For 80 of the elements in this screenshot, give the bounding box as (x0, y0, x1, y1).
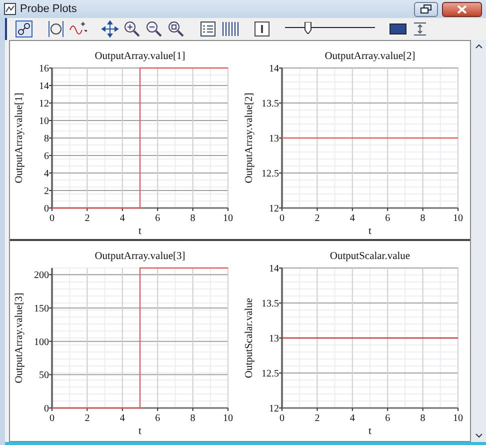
tick-label: 16 (39, 64, 49, 74)
tick-label: 150 (34, 304, 49, 314)
tick-label: 10 (223, 413, 233, 424)
axis-label: t (368, 226, 372, 236)
restore-icon (420, 4, 432, 14)
axis-label: t (138, 426, 142, 436)
tick-label: 0 (280, 213, 284, 224)
close-icon (457, 4, 467, 14)
tick-label: 2 (84, 213, 90, 224)
tick-label: 12 (269, 404, 279, 414)
scrollbar[interactable] (471, 40, 486, 442)
chart-title: OutputArray.value[3] (94, 251, 186, 262)
tick-label: 12 (39, 98, 49, 110)
tick-label: 14 (39, 81, 49, 92)
tick-label: 0 (280, 413, 284, 424)
chart-title: OutputScalar.value (330, 251, 410, 262)
tick-label: 10 (223, 213, 233, 224)
tick-label: 100 (34, 336, 49, 348)
scroll-down-icon[interactable] (474, 433, 482, 438)
axis-label: OutputScalar.value (244, 298, 255, 378)
tick-label: 0 (44, 404, 49, 414)
scroll-up-icon[interactable] (474, 44, 482, 49)
tick-label: 6 (155, 213, 160, 224)
grid-icon[interactable] (221, 20, 239, 38)
tick-label: 14 (269, 264, 279, 274)
tick-label: 10 (453, 213, 463, 224)
tick-label: 13 (269, 134, 279, 144)
window-title: Probe Plots (20, 3, 78, 15)
axis-label: OutputArray.value[2] (244, 92, 255, 184)
zoom-in-icon[interactable] (123, 20, 141, 38)
tick-label: 0 (50, 413, 54, 424)
tick-label: 12.5 (262, 168, 279, 180)
tick-label: 2 (314, 213, 320, 224)
fit-vertical-icon[interactable] (411, 20, 429, 38)
axis-label: t (138, 226, 142, 236)
restore-button[interactable] (414, 2, 438, 16)
tick-label: 4 (350, 213, 355, 224)
tick-label: 6 (385, 413, 390, 424)
tick-label: 8 (190, 413, 196, 424)
tick-label: 10 (39, 116, 49, 127)
legend-icon[interactable] (199, 20, 217, 38)
tick-label: 2 (44, 186, 49, 197)
chart-title: OutputArray.value[1] (94, 51, 186, 62)
tick-label: 13.5 (262, 298, 279, 310)
tick-label: 6 (44, 151, 49, 162)
tick-label: 10 (453, 413, 463, 424)
zoom-out-icon[interactable] (145, 20, 163, 38)
cursor-icon[interactable] (253, 20, 271, 38)
tick-label: 13 (269, 334, 279, 344)
tick-label: 2 (84, 413, 90, 424)
slider-thumb[interactable] (304, 22, 312, 34)
app-icon (4, 3, 16, 15)
tick-label: 8 (420, 213, 426, 224)
tick-label: 13.5 (262, 98, 279, 110)
axis-label: OutputArray.value[1] (14, 92, 25, 184)
tick-label: 4 (120, 213, 125, 224)
tick-label: 0 (50, 213, 54, 224)
tick-label: 12.5 (262, 368, 279, 380)
tick-label: 8 (190, 213, 196, 224)
tick-label: 0 (44, 204, 49, 214)
tick-label: 200 (34, 270, 49, 282)
tick-label: 2 (314, 413, 320, 424)
tick-label: 4 (120, 413, 125, 424)
axis-label: t (368, 426, 372, 436)
tick-label: 6 (155, 413, 160, 424)
tick-label: 4 (44, 168, 49, 180)
link-icon[interactable] (15, 20, 33, 38)
close-button[interactable] (442, 2, 482, 16)
axis-label: OutputArray.value[3] (14, 292, 25, 384)
tick-label: 4 (350, 413, 355, 424)
chart-title: OutputArray.value[2] (324, 51, 416, 62)
tick-label: 8 (420, 413, 426, 424)
tick-label: 8 (44, 134, 49, 144)
tick-label: 14 (269, 64, 279, 74)
zoom-icon[interactable] (167, 20, 185, 38)
tick-label: 6 (385, 213, 390, 224)
tick-label: 12 (269, 204, 279, 214)
move-icon[interactable] (101, 20, 119, 38)
tick-label: 50 (39, 370, 49, 382)
circle-icon[interactable] (47, 20, 65, 38)
